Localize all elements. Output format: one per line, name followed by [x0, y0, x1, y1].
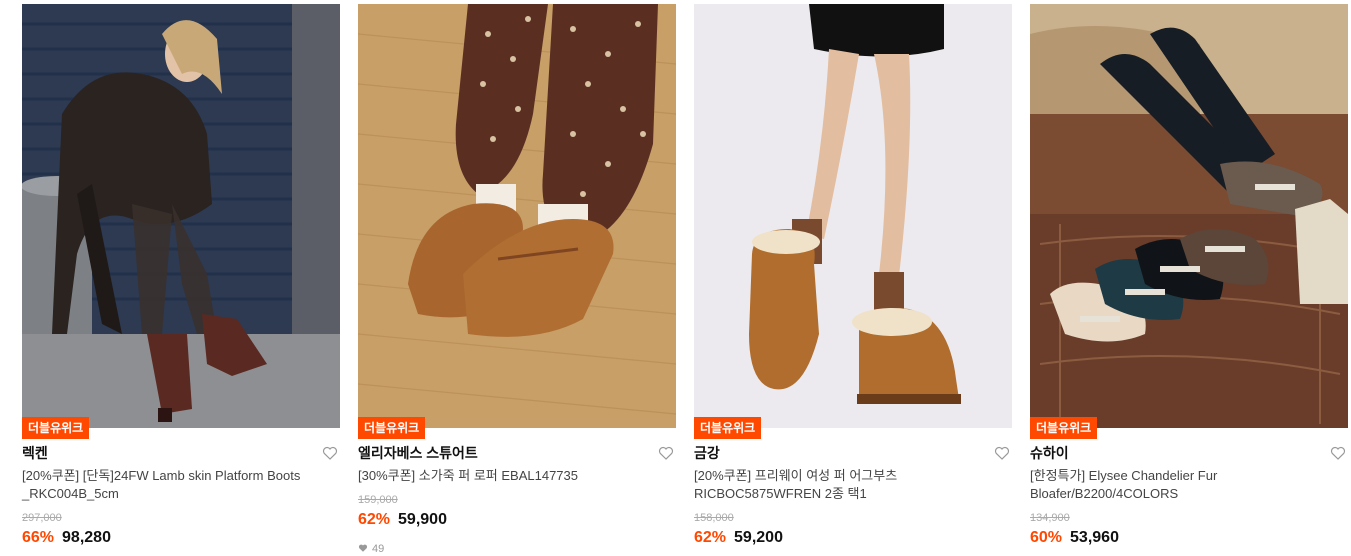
- product-name-line: [20%쿠폰] 프리웨이 여성 퍼 어그부츠: [694, 468, 898, 483]
- event-badge: 더블유위크: [358, 417, 426, 439]
- event-badge: 더블유위크: [1030, 417, 1098, 439]
- price-row: 62% 59,200: [694, 527, 783, 549]
- product-card[interactable]: 더블유위크 금강 [20%쿠폰] 프리웨이 여성 퍼 어그부츠 RICBOC58…: [694, 4, 1012, 556]
- fur-bloafer-photo: [1030, 4, 1348, 428]
- wishlist-heart-icon[interactable]: [994, 445, 1010, 461]
- wishlist-heart-icon[interactable]: [1330, 445, 1346, 461]
- event-badge: 더블유위크: [22, 417, 90, 439]
- discount-rate: 60%: [1030, 529, 1063, 546]
- product-name[interactable]: [20%쿠폰] 프리웨이 여성 퍼 어그부츠 RICBOC5875WFREN 2…: [694, 467, 998, 503]
- original-price: 297,000: [22, 512, 62, 524]
- brand-name[interactable]: 렉켄: [22, 444, 48, 462]
- original-price: 159,000: [358, 494, 398, 506]
- product-name[interactable]: [20%쿠폰] [단독]24FW Lamb skin Platform Boot…: [22, 467, 326, 503]
- brand-name[interactable]: 엘리자베스 스튜어트: [358, 444, 478, 462]
- price-row: 62% 59,900: [358, 509, 447, 531]
- suede-loafer-photo: [358, 4, 676, 428]
- wishlist-heart-icon[interactable]: [322, 445, 338, 461]
- sale-price: 59,900: [398, 511, 447, 528]
- product-image[interactable]: [1030, 4, 1348, 428]
- product-image[interactable]: [22, 4, 340, 428]
- product-name[interactable]: [한정특가] Elysee Chandelier Fur Bloafer/B22…: [1030, 467, 1334, 503]
- event-badge: 더블유위크: [694, 417, 762, 439]
- wishlist-heart-icon[interactable]: [658, 445, 674, 461]
- discount-rate: 62%: [358, 511, 391, 528]
- product-name-line: _RKC004B_5cm: [22, 486, 119, 501]
- like-count-value: 49: [372, 543, 385, 555]
- product-card[interactable]: 더블유위크 엘리자베스 스튜어트 [30%쿠폰] 소가죽 퍼 로퍼 EBAL14…: [358, 4, 676, 556]
- like-count: 49: [358, 542, 384, 556]
- product-image[interactable]: [694, 4, 1012, 428]
- discount-rate: 66%: [22, 529, 55, 546]
- heart-filled-icon: [358, 544, 368, 552]
- product-card[interactable]: 더블유위크 슈하이 [한정특가] Elysee Chandelier Fur B…: [1030, 4, 1348, 556]
- product-image[interactable]: [358, 4, 676, 428]
- product-grid: 더블유위크 렉켄 [20%쿠폰] [단독]24FW Lamb skin Plat…: [22, 0, 1348, 556]
- product-name-line: [30%쿠폰] 소가죽 퍼 로퍼 EBAL147735: [358, 468, 578, 483]
- sale-price: 98,280: [62, 529, 111, 546]
- fur-boots-photo: [694, 4, 1012, 428]
- discount-rate: 62%: [694, 529, 727, 546]
- product-name-line: RICBOC5875WFREN 2종 택1: [694, 486, 867, 501]
- brand-name[interactable]: 금강: [694, 444, 720, 462]
- original-price: 134,900: [1030, 512, 1070, 524]
- product-name-line: Bloafer/B2200/4COLORS: [1030, 486, 1179, 501]
- product-name[interactable]: [30%쿠폰] 소가죽 퍼 로퍼 EBAL147735: [358, 467, 662, 485]
- product-name-line: [20%쿠폰] [단독]24FW Lamb skin Platform Boot…: [22, 468, 301, 483]
- model-boots-photo: [22, 4, 340, 428]
- original-price: 158,000: [694, 512, 734, 524]
- price-row: 60% 53,960: [1030, 527, 1119, 549]
- price-row: 66% 98,280: [22, 527, 111, 549]
- sale-price: 53,960: [1070, 529, 1119, 546]
- product-card[interactable]: 더블유위크 렉켄 [20%쿠폰] [단독]24FW Lamb skin Plat…: [22, 4, 340, 556]
- sale-price: 59,200: [734, 529, 783, 546]
- product-name-line: [한정특가] Elysee Chandelier Fur: [1030, 468, 1218, 483]
- brand-name[interactable]: 슈하이: [1030, 444, 1069, 462]
